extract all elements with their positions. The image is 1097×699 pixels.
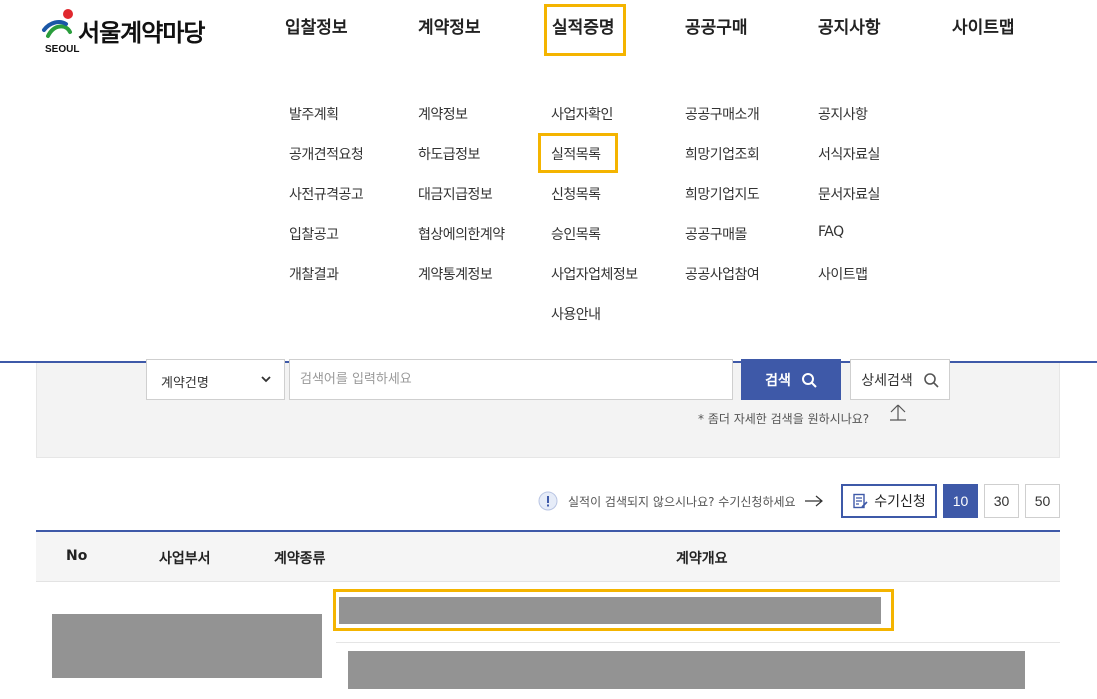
submenu-item[interactable]: 승인목록: [551, 224, 601, 244]
row-active-highlight: [333, 589, 894, 631]
submenu-item[interactable]: 사업자확인: [551, 104, 613, 124]
detail-search-label: 상세검색: [861, 371, 913, 388]
submenu-item[interactable]: 공지사항: [818, 104, 868, 124]
info-icon: [538, 491, 558, 511]
manual-apply-button[interactable]: 수기신청: [841, 484, 937, 518]
search-icon: [923, 372, 939, 388]
document-edit-icon: [853, 493, 868, 509]
notice-text: 실적이 검색되지 않으시나요? 수기신청하세요: [568, 494, 796, 509]
search-hint-text: * 좀더 자세한 검색을 원하시나요?: [698, 412, 870, 426]
detail-search-button[interactable]: 상세검색: [850, 359, 950, 400]
search-input[interactable]: [289, 359, 733, 400]
gnb-notice[interactable]: 공지사항: [818, 14, 881, 42]
gnb-sitemap[interactable]: 사이트맵: [952, 14, 1015, 42]
arrow-up-icon: [890, 404, 906, 421]
gnb-active-highlight: [544, 4, 626, 56]
submenu-item[interactable]: 협상에의한계약: [418, 224, 505, 244]
submenu-active-highlight: [538, 133, 618, 173]
search-icon: [801, 372, 817, 388]
submenu-item[interactable]: 사이트맵: [818, 264, 868, 284]
site-logo[interactable]: 서울계약마당 SEOUL: [40, 6, 220, 58]
submenu-item[interactable]: 사업자업체정보: [551, 264, 638, 284]
submenu-item[interactable]: 발주계획: [289, 104, 339, 124]
chevron-down-icon: [261, 376, 271, 383]
manual-apply-label: 수기신청: [874, 493, 926, 509]
column-header-no: No: [66, 548, 88, 564]
logo-title: 서울계약마당: [78, 19, 205, 47]
submenu-item[interactable]: 입찰공고: [289, 224, 339, 244]
submenu-item[interactable]: 하도급정보: [418, 144, 480, 164]
page-size-30[interactable]: 30: [984, 484, 1019, 518]
submenu-item[interactable]: FAQ: [818, 224, 844, 240]
redacted-cell: [52, 614, 322, 678]
submenu-item[interactable]: 공공구매몰: [685, 224, 747, 244]
submenu-item[interactable]: 문서자료실: [818, 184, 880, 204]
gnb-public-purchase[interactable]: 공공구매: [685, 14, 748, 42]
redacted-cell: [348, 651, 1025, 689]
submenu-item[interactable]: 사용안내: [551, 304, 601, 324]
submenu-item[interactable]: 대금지급정보: [418, 184, 493, 204]
submenu-item[interactable]: 개찰결과: [289, 264, 339, 284]
table-header: No 사업부서 계약종류 계약개요: [36, 530, 1060, 582]
search-button[interactable]: 검색: [741, 359, 841, 400]
page-size-10[interactable]: 10: [943, 484, 978, 518]
manual-apply-notice: 실적이 검색되지 않으시나요? 수기신청하세요: [538, 490, 824, 512]
submenu-item[interactable]: 공공사업참여: [685, 264, 760, 284]
page-size-50[interactable]: 50: [1025, 484, 1060, 518]
submenu-item[interactable]: 계약정보: [418, 104, 468, 124]
submenu-item[interactable]: 희망기업조회: [685, 144, 760, 164]
search-field-select[interactable]: 계약건명: [146, 359, 285, 400]
submenu-item[interactable]: 신청목록: [551, 184, 601, 204]
row-divider: [336, 642, 1060, 643]
logo-subtitle: SEOUL: [45, 44, 80, 55]
search-button-label: 검색: [765, 371, 791, 388]
column-header-department: 사업부서: [159, 551, 211, 567]
mega-menu: [0, 60, 1097, 362]
submenu-item[interactable]: 희망기업지도: [685, 184, 760, 204]
seoul-logo-icon: [42, 9, 73, 38]
submenu-item[interactable]: 서식자료실: [818, 144, 880, 164]
gnb-bid-info[interactable]: 입찰정보: [285, 14, 348, 42]
submenu-item[interactable]: 계약통계정보: [418, 264, 493, 284]
submenu-item[interactable]: 공개견적요청: [289, 144, 364, 164]
search-field-select-value: 계약건명: [161, 376, 209, 391]
column-header-contract-summary: 계약개요: [676, 551, 728, 567]
submenu-item[interactable]: 공공구매소개: [685, 104, 760, 124]
gnb-contract-info[interactable]: 계약정보: [418, 14, 481, 42]
arrow-right-icon: [804, 495, 823, 507]
column-header-contract-type: 계약종류: [274, 551, 326, 567]
submenu-item[interactable]: 사전규격공고: [289, 184, 364, 204]
